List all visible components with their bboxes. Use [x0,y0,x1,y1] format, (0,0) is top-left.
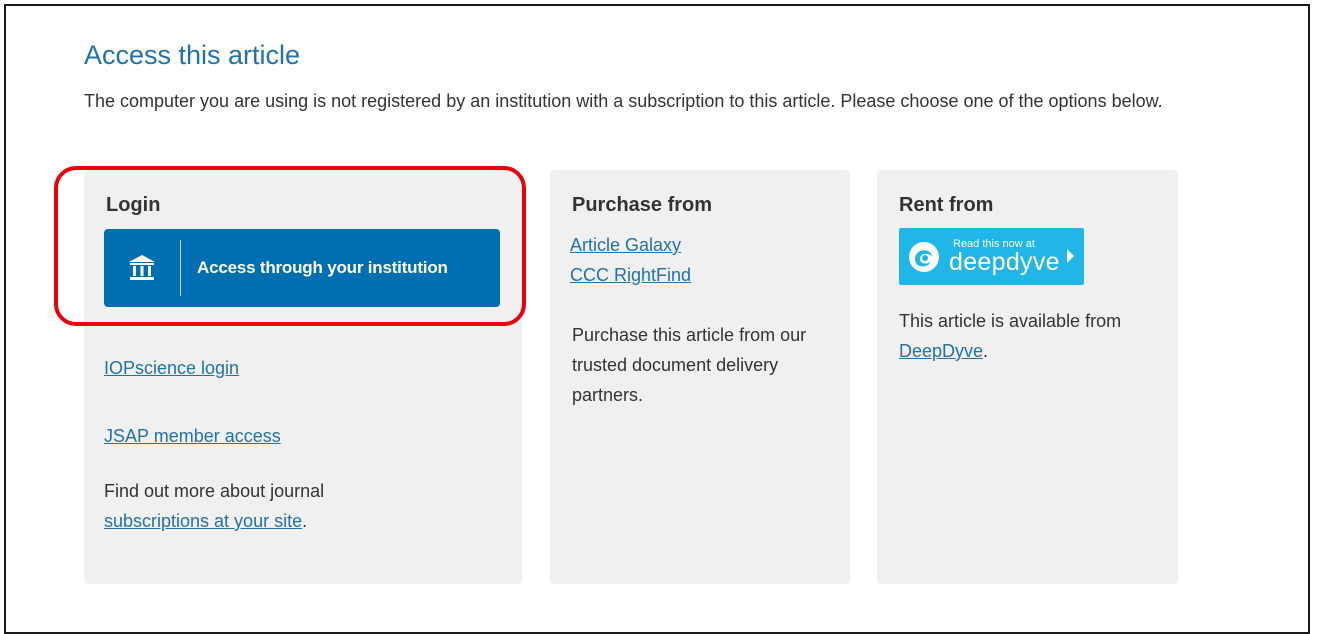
purchase-card: Purchase from Article Galaxy CCC RightFi… [550,170,850,584]
rent-description: This article is available from DeepDyve. [899,306,1159,366]
purchase-description: Purchase this article from our trusted d… [572,325,807,405]
deepdyve-button[interactable]: Read this now at deepdyve [899,228,1084,285]
article-galaxy-link[interactable]: Article Galaxy [570,235,681,256]
subscriptions-info-period: . [302,511,308,531]
page-title: Access this article [84,40,301,70]
rent-description-period: . [983,341,989,361]
deepdyve-badge-text: Read this now at deepdyve [949,238,1060,276]
page-frame: Access this article The computer you are… [4,4,1310,634]
subscriptions-info-text: Find out more about journal [104,481,325,501]
access-through-institution-button[interactable]: Access through your institution [104,229,500,307]
login-heading: Login [106,194,161,216]
rent-card: Rent from Read this now at deepdyve This… [877,170,1178,584]
deepdyve-logo-icon [899,239,949,275]
chevron-right-icon [1067,249,1074,263]
subscriptions-info: Find out more about journal subscription… [104,476,504,536]
subscriptions-at-your-site-link[interactable]: subscriptions at your site [104,511,302,531]
institution-button-label: Access through your institution [197,258,448,277]
rent-description-text: This article is available from [899,311,1122,331]
deepdyve-wordmark: deepdyve [949,247,1060,276]
ccc-rightfind-link[interactable]: CCC RightFind [570,265,691,286]
jsap-member-access-link[interactable]: JSAP member access [104,426,281,447]
deepdyve-link[interactable]: DeepDyve [899,341,983,361]
institution-icon [104,229,180,307]
rent-heading: Rent from [899,194,994,216]
login-card: Login Access through your institution IO… [84,170,522,584]
iopscience-login-link[interactable]: IOPscience login [104,358,239,379]
purchase-heading: Purchase from [572,194,713,216]
intro-text: The computer you are using is not regist… [84,91,1163,111]
